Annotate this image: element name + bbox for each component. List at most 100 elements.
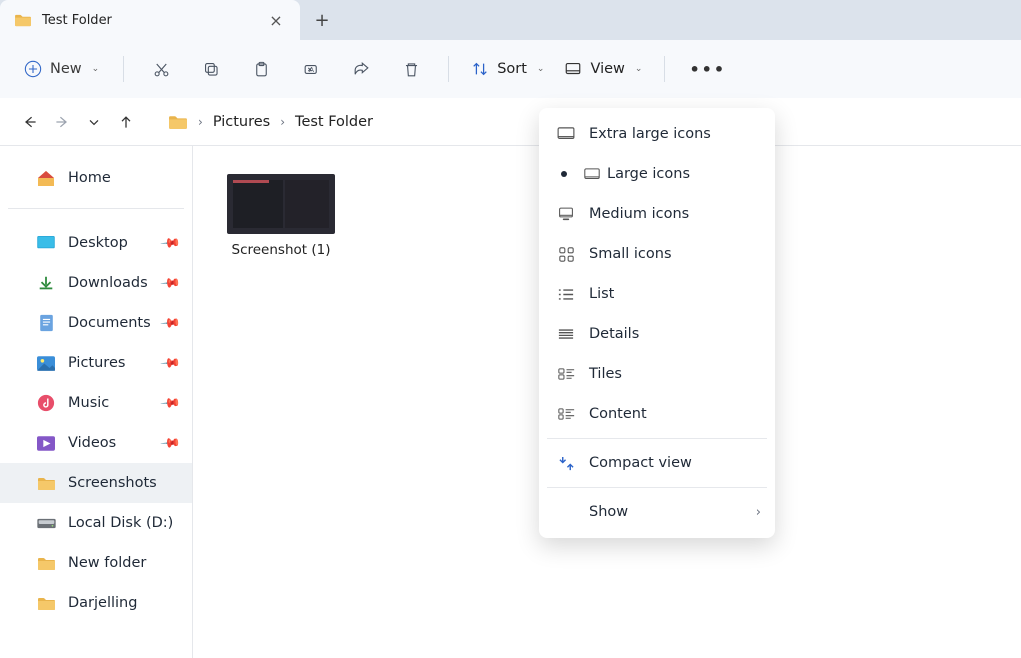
sort-button[interactable]: Sort ⌄ xyxy=(463,60,552,78)
rename-button[interactable]: A xyxy=(288,51,334,87)
layout-icon xyxy=(581,168,603,181)
new-button[interactable]: New ⌄ xyxy=(14,54,109,84)
menu-item-list[interactable]: List xyxy=(539,274,775,314)
content-area: Home Desktop 📌 Downloads 📌 Documents 📌 P… xyxy=(0,146,1021,658)
copy-button[interactable] xyxy=(188,51,234,87)
layout-icon xyxy=(555,127,577,141)
breadcrumb-sep: › xyxy=(198,115,203,129)
cut-button[interactable] xyxy=(138,51,184,87)
pin-icon: 📌 xyxy=(159,392,181,414)
menu-item-label: Extra large icons xyxy=(589,126,711,142)
menu-item-medium-icons[interactable]: Medium icons xyxy=(539,194,775,234)
tab-current[interactable]: Test Folder × xyxy=(0,0,300,40)
up-button[interactable] xyxy=(110,106,142,138)
sort-icon xyxy=(471,60,489,78)
tab-title: Test Folder xyxy=(42,13,256,28)
sidebar-item-label: Downloads xyxy=(68,275,148,291)
trash-icon xyxy=(402,60,421,79)
video-icon xyxy=(36,434,56,452)
breadcrumb-segment[interactable]: Pictures xyxy=(213,114,270,130)
menu-item-tiles[interactable]: Tiles xyxy=(539,354,775,394)
chevron-right-icon: › xyxy=(756,505,761,520)
menu-item-show[interactable]: Show › xyxy=(539,492,775,532)
sidebar-item-music[interactable]: Music 📌 xyxy=(0,383,192,423)
menu-item-small-icons[interactable]: Small icons xyxy=(539,234,775,274)
download-icon xyxy=(36,274,56,292)
sidebar-separator xyxy=(8,208,184,209)
sidebar-item-new-folder[interactable]: New folder xyxy=(0,543,192,583)
chevron-down-icon: ⌄ xyxy=(635,64,643,74)
chevron-down-icon xyxy=(86,114,102,130)
sidebar-item-screenshots[interactable]: Screenshots xyxy=(0,463,192,503)
chevron-down-icon: ⌄ xyxy=(92,64,100,74)
selected-dot-icon xyxy=(561,171,567,177)
pin-icon: 📌 xyxy=(159,352,181,374)
menu-separator xyxy=(547,487,767,488)
menu-item-label: Medium icons xyxy=(589,206,689,222)
details-icon xyxy=(555,328,577,341)
toolbar-separator xyxy=(664,56,665,82)
drive-icon xyxy=(36,514,56,532)
address-bar: › Pictures › Test Folder xyxy=(0,98,1021,146)
pin-icon: 📌 xyxy=(159,312,181,334)
sidebar-item-pictures[interactable]: Pictures 📌 xyxy=(0,343,192,383)
sidebar-home[interactable]: Home xyxy=(0,158,192,198)
menu-item-extra-large-icons[interactable]: Extra large icons xyxy=(539,114,775,154)
back-button[interactable] xyxy=(14,106,46,138)
list-icon xyxy=(555,288,577,301)
sidebar-item-local-disk[interactable]: Local Disk (D:) xyxy=(0,503,192,543)
arrow-left-icon xyxy=(22,114,38,130)
sidebar-item-label: Screenshots xyxy=(68,475,157,491)
file-thumbnail xyxy=(227,174,335,234)
paste-button[interactable] xyxy=(238,51,284,87)
sidebar-item-desktop[interactable]: Desktop 📌 xyxy=(0,223,192,263)
sidebar-item-label: New folder xyxy=(68,555,146,571)
music-icon xyxy=(36,394,56,412)
view-label: View xyxy=(590,61,624,77)
menu-item-details[interactable]: Details xyxy=(539,314,775,354)
breadcrumb-segment[interactable]: Test Folder xyxy=(295,114,373,130)
toolbar-separator xyxy=(448,56,449,82)
close-tab-icon[interactable]: × xyxy=(266,11,286,30)
sidebar-item-documents[interactable]: Documents 📌 xyxy=(0,303,192,343)
view-icon xyxy=(564,60,582,78)
clipboard-icon xyxy=(252,60,271,79)
arrow-right-icon xyxy=(54,114,70,130)
home-icon xyxy=(36,169,56,187)
menu-item-content[interactable]: Content xyxy=(539,394,775,434)
recent-button[interactable] xyxy=(78,106,110,138)
sidebar-item-downloads[interactable]: Downloads 📌 xyxy=(0,263,192,303)
menu-item-label: Details xyxy=(589,326,639,342)
grid-icon xyxy=(555,247,577,262)
sidebar-item-label: Pictures xyxy=(68,355,125,371)
menu-item-compact-view[interactable]: Compact view xyxy=(539,443,775,483)
scissors-icon xyxy=(152,60,171,79)
sidebar-item-label: Desktop xyxy=(68,235,128,251)
rename-icon: A xyxy=(302,60,321,79)
file-item[interactable]: Screenshot (1) xyxy=(221,174,341,258)
new-tab-button[interactable]: + xyxy=(300,0,344,40)
menu-item-label: Content xyxy=(589,406,647,422)
view-button[interactable]: View ⌄ xyxy=(556,60,650,78)
desktop-icon xyxy=(36,234,56,252)
toolbar-separator xyxy=(123,56,124,82)
delete-button[interactable] xyxy=(388,51,434,87)
pin-icon: 📌 xyxy=(159,232,181,254)
more-button[interactable]: ••• xyxy=(679,60,736,79)
folder-icon xyxy=(14,13,32,27)
forward-button[interactable] xyxy=(46,106,78,138)
sidebar-item-label: Music xyxy=(68,395,109,411)
plus-circle-icon xyxy=(24,60,42,78)
menu-item-label: Tiles xyxy=(589,366,622,382)
sidebar-item-darjelling[interactable]: Darjelling xyxy=(0,583,192,623)
breadcrumb-sep: › xyxy=(280,115,285,129)
share-button[interactable] xyxy=(338,51,384,87)
pin-icon: 📌 xyxy=(159,432,181,454)
arrow-up-icon xyxy=(118,114,134,130)
toolbar: New ⌄ A Sort ⌄ View ⌄ ••• xyxy=(0,40,1021,98)
pin-icon: 📌 xyxy=(159,272,181,294)
sidebar-item-videos[interactable]: Videos 📌 xyxy=(0,423,192,463)
menu-item-large-icons[interactable]: Large icons xyxy=(539,154,775,194)
menu-separator xyxy=(547,438,767,439)
sidebar: Home Desktop 📌 Downloads 📌 Documents 📌 P… xyxy=(0,146,192,658)
